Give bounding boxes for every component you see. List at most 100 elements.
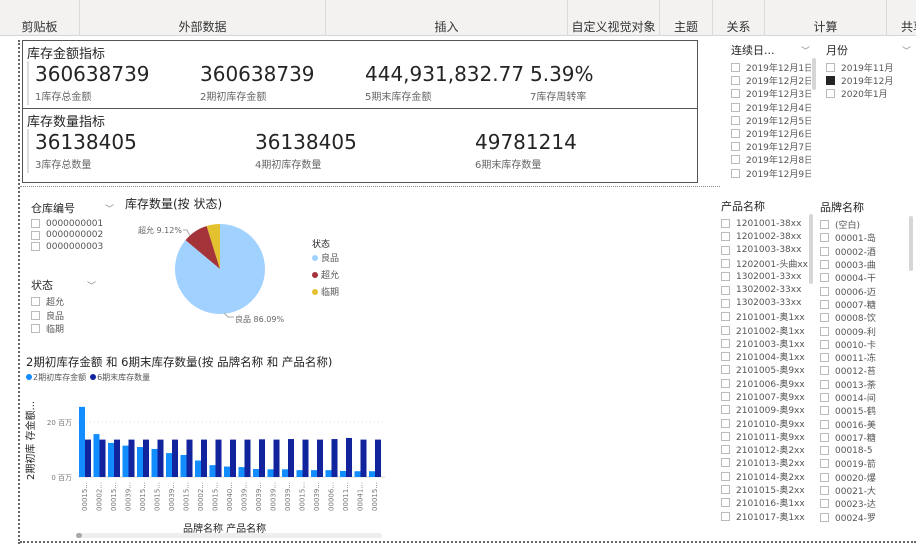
slicer-item[interactable]: 00010-卡 [820, 338, 900, 351]
bar-closing-qty[interactable] [244, 439, 251, 477]
slicer-item[interactable]: 2101011-奥9xx [721, 430, 811, 443]
slicer-item[interactable]: 00012-苔 [820, 364, 900, 377]
slicer-item[interactable]: 2019年12月2日 [731, 74, 811, 87]
checkbox[interactable] [721, 445, 730, 455]
bar-closing-qty[interactable] [331, 439, 338, 477]
slicer-item[interactable]: 00011-冻 [820, 351, 900, 364]
slicer-item[interactable]: 2019年12月1日 [731, 61, 811, 74]
slicer-item[interactable]: 1201001-38xx [721, 217, 811, 230]
slicer-item[interactable]: 1302003-33xx [721, 297, 811, 310]
bar-opening-amount[interactable] [209, 465, 216, 477]
checkbox[interactable] [731, 115, 740, 125]
bar-closing-qty[interactable] [317, 439, 323, 477]
slicer-item[interactable]: 2101005-奥9xx [721, 363, 811, 376]
bar-closing-qty[interactable] [346, 437, 352, 477]
slicer-item[interactable]: 1302002-33xx [721, 283, 811, 296]
slicer-item[interactable]: 00016-美 [820, 417, 900, 431]
checkbox[interactable] [820, 299, 829, 309]
slicer-item[interactable]: 2019年12月5日 [731, 114, 811, 127]
slicer-item[interactable]: 00007-糖 [820, 298, 900, 311]
slicer-item[interactable]: 2101016-奥1xx [721, 496, 811, 509]
slicer-item[interactable]: 2101010-奥9xx [721, 416, 811, 430]
checkbox[interactable] [820, 339, 829, 349]
slicer-item[interactable]: 2101007-奥9xx [721, 390, 811, 403]
checkbox[interactable] [820, 512, 829, 522]
ribbon-group-external-data[interactable]: 外部数据 [80, 0, 326, 36]
slicer-item[interactable]: 00019-箭 [820, 457, 900, 470]
bar-opening-amount[interactable] [296, 470, 303, 477]
checkbox[interactable] [721, 418, 730, 428]
slicer-item[interactable]: 2019年12月6日 [731, 127, 811, 140]
checkbox[interactable] [721, 312, 730, 322]
bar-opening-amount[interactable] [369, 471, 375, 477]
slicer-item[interactable]: 1202001-头曲xx [721, 257, 811, 270]
checkbox[interactable] [721, 431, 730, 441]
checkbox[interactable] [31, 297, 40, 307]
checkbox[interactable] [820, 233, 829, 243]
checkbox[interactable] [820, 419, 829, 429]
checkbox[interactable] [721, 365, 730, 375]
checkbox[interactable] [721, 485, 730, 495]
slicer-item[interactable]: 1201003-38xx [721, 244, 811, 257]
slicer-item[interactable]: 00024-罗 [820, 511, 900, 524]
slicer-item[interactable]: 1302001-33xx [721, 270, 811, 283]
checkbox[interactable] [820, 393, 829, 402]
checkbox[interactable] [820, 432, 829, 442]
checkbox[interactable] [826, 76, 835, 86]
ribbon-group-share[interactable]: 共享 [887, 0, 916, 36]
checkbox[interactable] [721, 245, 730, 255]
chevron-down-icon[interactable]: ﹀ [902, 44, 911, 57]
checkbox[interactable] [721, 285, 730, 295]
slicer-item[interactable]: 00008-饮 [820, 311, 900, 324]
checkbox[interactable] [820, 326, 829, 336]
bar-opening-amount[interactable] [151, 448, 158, 477]
bar-opening-amount[interactable] [137, 447, 143, 477]
checkbox[interactable] [820, 220, 829, 230]
amount-kpi-card[interactable]: 库存金额指标 360638739 1库存总金额 360638739 2期初库存金额 … [22, 40, 698, 109]
checkbox[interactable] [731, 76, 740, 86]
slicer-item[interactable]: 2101013-奥2xx [721, 456, 811, 469]
brand-slicer[interactable]: 品牌名称 (空白) 00001-岛 00002-酒 00003-曲 00004-干 000… [820, 199, 900, 529]
checkbox[interactable] [721, 232, 730, 242]
slicer-item[interactable]: 2101002-奥1xx [721, 323, 811, 337]
checkbox[interactable] [820, 379, 829, 389]
bar-closing-qty[interactable] [302, 439, 309, 477]
slicer-item[interactable]: 0000000003 [31, 241, 115, 253]
bar-opening-amount[interactable] [180, 455, 187, 477]
checkbox[interactable] [826, 63, 835, 73]
slicer-item[interactable]: 00004-干 [820, 271, 900, 284]
checkbox[interactable] [721, 458, 730, 468]
slicer-item[interactable]: (空白) [820, 218, 900, 231]
checkbox[interactable] [731, 102, 740, 112]
checkbox[interactable] [721, 511, 730, 521]
bar-opening-amount[interactable] [253, 469, 259, 477]
slicer-item[interactable]: 2019年12月7日 [731, 140, 811, 153]
ribbon-group-custom-visuals[interactable]: 自定义视觉对象 [568, 0, 660, 36]
checkbox[interactable] [721, 378, 730, 388]
checkbox[interactable] [721, 298, 730, 308]
bar-opening-amount[interactable] [122, 445, 129, 477]
slicer-item[interactable]: 2101012-奥2xx [721, 443, 811, 456]
bar-chart[interactable]: 0 百万 20 百万 00015... 00002... 00015... 00039..… [40, 395, 390, 525]
product-slicer[interactable]: 产品名称 1201001-38xx 1201002-38xx 1201003-38x… [721, 198, 811, 528]
bar-opening-amount[interactable] [79, 406, 85, 477]
bar-opening-amount[interactable] [267, 469, 274, 477]
slicer-item[interactable]: 00009-利 [820, 324, 900, 338]
slicer-item[interactable]: 2101004-奥1xx [721, 350, 811, 363]
checkbox[interactable] [731, 129, 740, 139]
ribbon-group-themes[interactable]: 主题 [660, 0, 713, 36]
checkbox[interactable] [820, 313, 829, 323]
slicer-item[interactable]: 良品 [31, 309, 101, 323]
slicer-item[interactable]: 00017-糖 [820, 431, 900, 444]
checkbox[interactable] [721, 405, 730, 415]
checkbox[interactable] [820, 366, 829, 376]
bar-closing-qty[interactable] [288, 439, 294, 477]
date-slicer-scrollbar[interactable] [812, 58, 816, 90]
bar-closing-qty[interactable] [273, 439, 280, 477]
checkbox[interactable] [731, 168, 740, 178]
slicer-item[interactable]: 00003-曲 [820, 258, 900, 271]
slicer-item[interactable]: 2101001-奥1xx [721, 310, 811, 323]
ribbon-group-calculations[interactable]: 计算 [765, 0, 887, 36]
checkbox[interactable] [820, 273, 829, 283]
slicer-item[interactable]: 2019年11月 [826, 61, 914, 74]
